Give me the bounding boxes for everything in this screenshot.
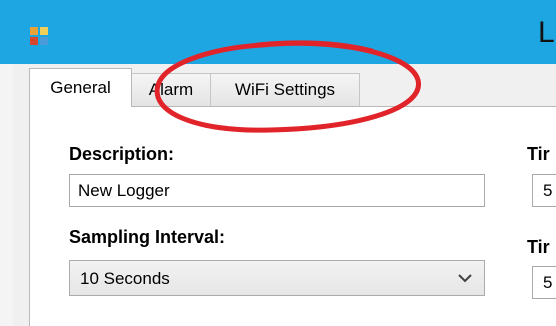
right-field-input-2[interactable]: 5 — [532, 266, 556, 299]
tab-alarm-label: Alarm — [148, 80, 194, 99]
application-icon — [30, 27, 48, 45]
title-bar: L — [0, 0, 556, 64]
window-title: L — [538, 16, 555, 49]
right-field-input-1[interactable]: 5 — [532, 174, 556, 207]
sampling-interval-value: 10 Seconds — [80, 269, 170, 288]
sampling-interval-select[interactable]: 10 Seconds — [69, 260, 485, 296]
right-field-label-1: Tir — [527, 144, 550, 164]
chevron-down-icon — [458, 274, 472, 283]
description-label: Description: — [69, 144, 175, 164]
tab-general[interactable]: General — [29, 68, 132, 107]
sampling-interval-label: Sampling Interval: — [69, 227, 226, 247]
tab-general-label: General — [50, 78, 111, 97]
description-input[interactable]: New Logger — [69, 174, 485, 207]
tab-wifi-settings[interactable]: WiFi Settings — [210, 73, 360, 106]
tab-alarm[interactable]: Alarm — [131, 73, 211, 106]
tab-wifi-settings-label: WiFi Settings — [234, 80, 336, 99]
app-window: L General Alarm WiFi Settings Descriptio… — [0, 0, 556, 326]
right-field-label-2: Tir — [527, 237, 550, 257]
